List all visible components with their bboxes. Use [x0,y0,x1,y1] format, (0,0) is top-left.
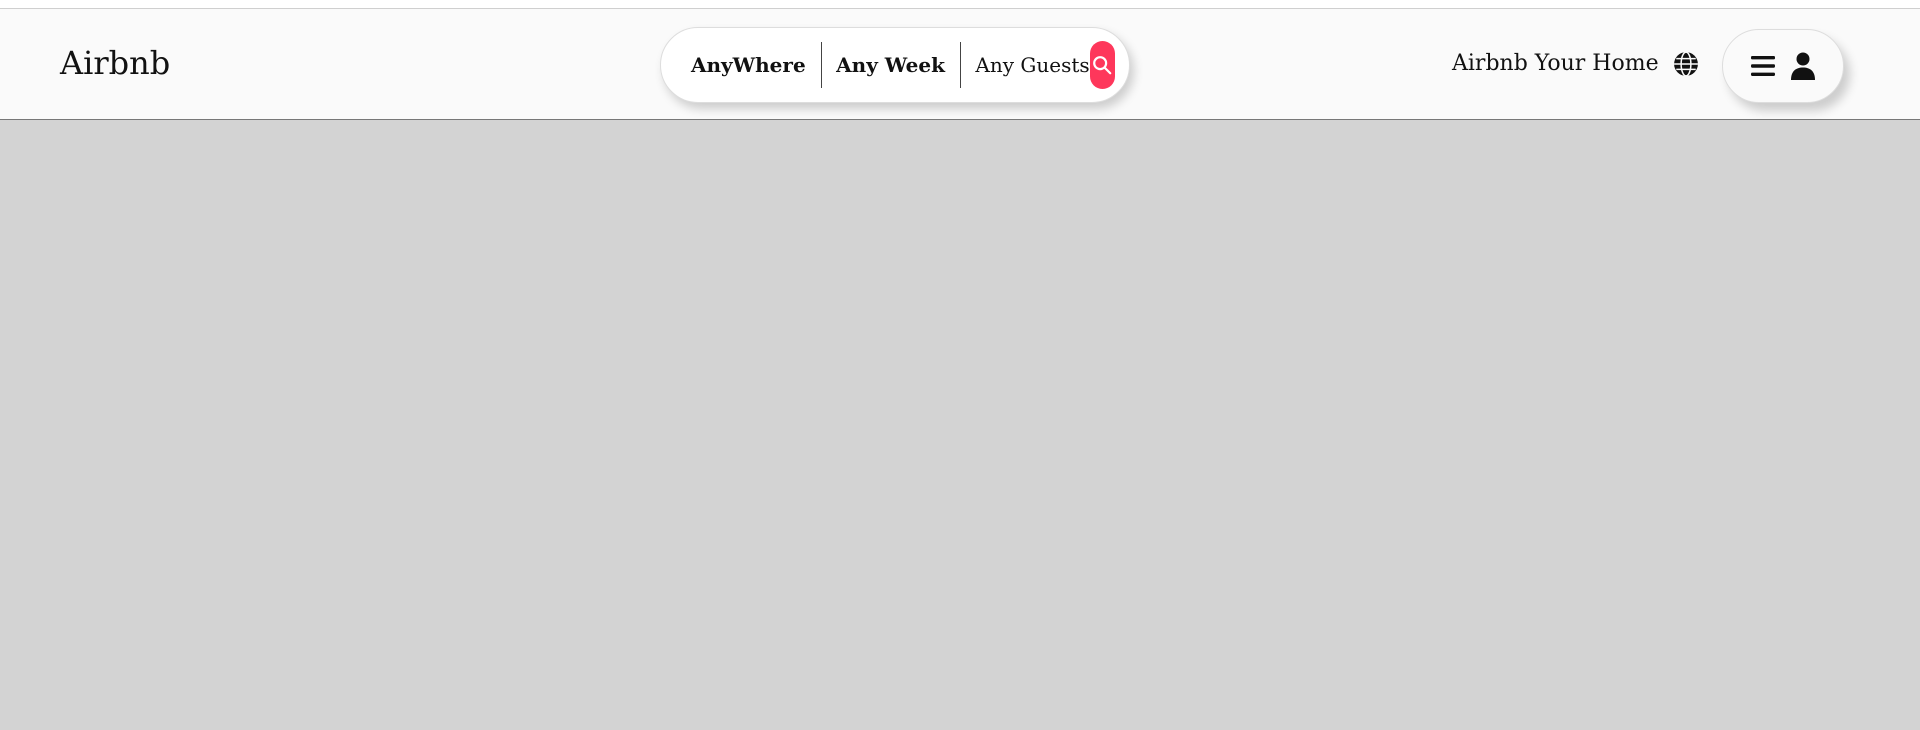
search-button[interactable] [1089,41,1115,89]
user-icon [1791,52,1815,80]
search-icon [1091,54,1113,76]
user-menu-button[interactable] [1722,29,1844,103]
hamburger-icon [1751,55,1775,77]
main-content-area [0,120,1920,730]
host-your-home-link[interactable]: Airbnb Your Home [1452,51,1659,76]
search-location-anywhere[interactable]: AnyWhere [691,53,806,77]
search-dates-any-week[interactable]: Any Week [836,53,945,77]
globe-icon[interactable] [1673,51,1699,77]
search-bar[interactable]: AnyWhere Any Week Any Guests [660,27,1130,103]
navbar: Airbnb AnyWhere Any Week Any Guests Airb… [0,9,1920,120]
brand-logo-text[interactable]: Airbnb [60,47,170,79]
search-guests-any-guests[interactable]: Any Guests [975,53,1089,77]
window-top-strip [0,0,1920,9]
